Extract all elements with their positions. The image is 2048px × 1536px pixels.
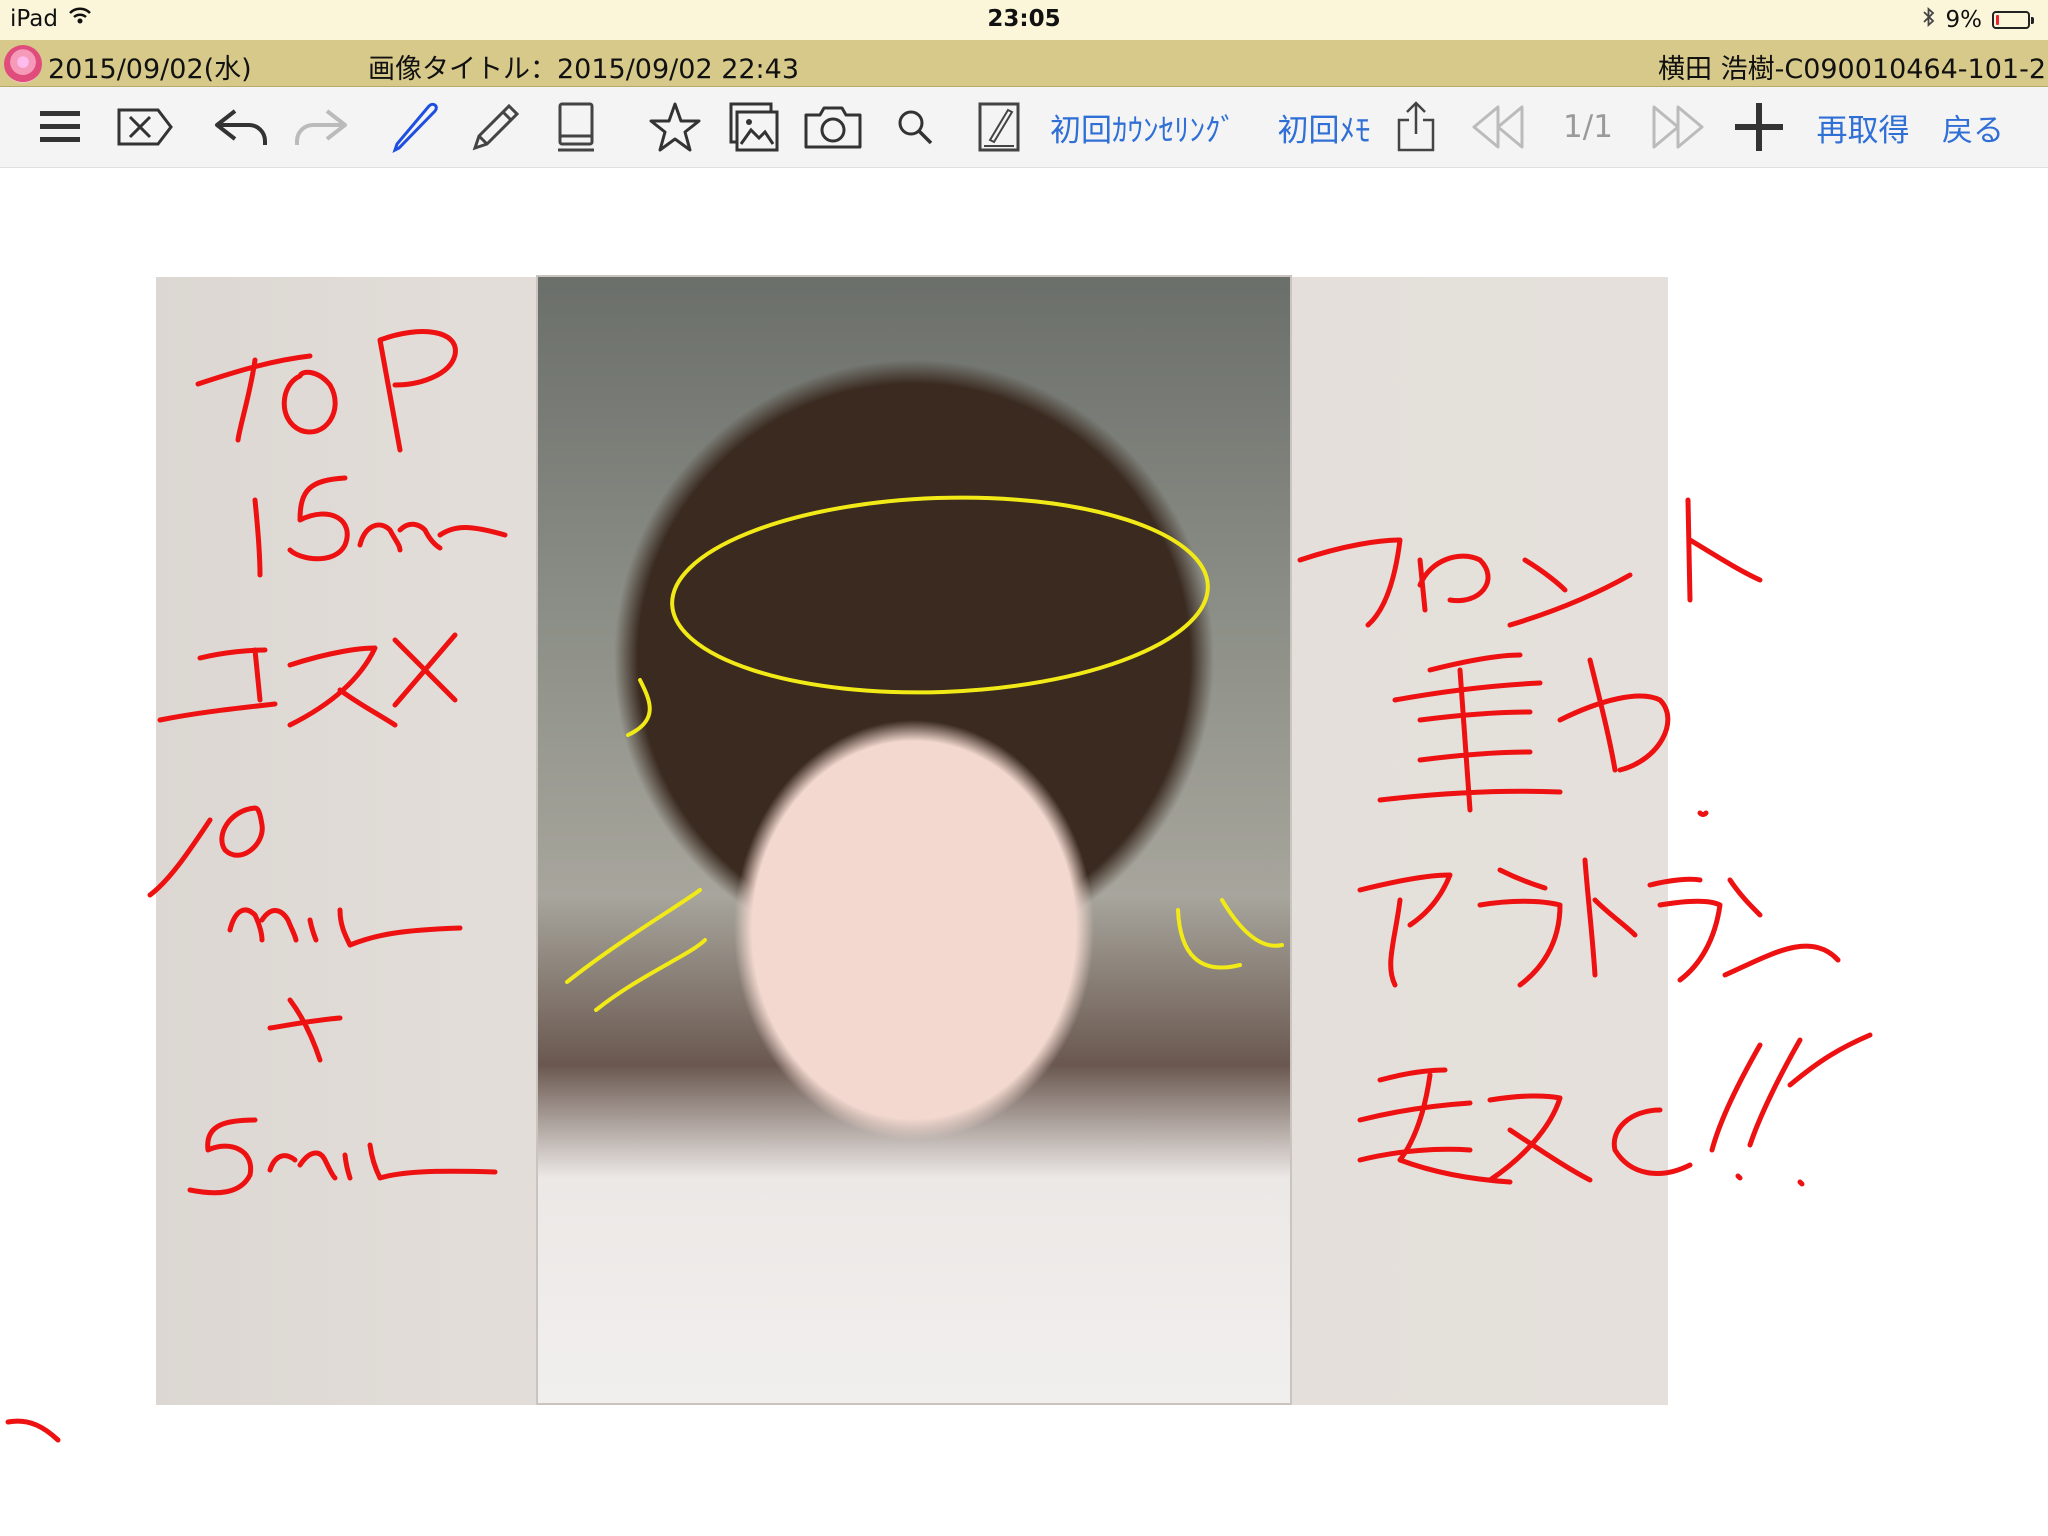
reacquire-button[interactable]: 再取得	[1810, 99, 1916, 155]
battery-icon	[1992, 11, 2034, 29]
status-time: 23:05	[987, 6, 1061, 32]
hairstyle-photo	[538, 277, 1290, 1403]
app-logo-icon	[4, 45, 42, 83]
initial-counseling-button[interactable]: 初回ｶｳﾝｾﾘﾝｸﾞ	[1048, 99, 1238, 155]
redo-icon[interactable]	[290, 99, 350, 155]
status-bar: iPad 23:05 9%	[0, 0, 2048, 40]
back-button[interactable]: 戻る	[1936, 99, 2010, 155]
record-date: 2015/09/02(水)	[48, 54, 252, 85]
undo-icon[interactable]	[212, 99, 272, 155]
pen-icon[interactable]	[390, 99, 442, 155]
battery-fill	[1996, 15, 1999, 25]
pencil-icon[interactable]	[468, 99, 524, 155]
search-icon[interactable]	[894, 99, 936, 155]
page-indicator: 1/1	[1563, 109, 1613, 145]
battery-percent: 9%	[1945, 7, 1983, 33]
note-icon[interactable]	[974, 99, 1024, 155]
delete-icon[interactable]	[114, 99, 176, 155]
add-icon[interactable]	[1732, 99, 1786, 155]
camera-icon[interactable]	[802, 99, 864, 155]
star-icon[interactable]	[646, 99, 704, 155]
first-page-icon[interactable]	[1470, 99, 1528, 155]
image-title: 画像タイトル：2015/09/02 22:43	[368, 54, 800, 85]
bluetooth-icon	[1922, 6, 1936, 34]
share-icon[interactable]	[1394, 99, 1438, 155]
initial-memo-button[interactable]: 初回ﾒﾓ	[1272, 99, 1376, 155]
last-page-icon[interactable]	[1648, 99, 1706, 155]
menu-icon[interactable]	[36, 99, 84, 155]
toolbar: 初回ｶｳﾝｾﾘﾝｸﾞ 初回ﾒﾓ 1/1 再取得 戻る	[0, 87, 2048, 168]
customer-id: 横田 浩樹-C090010464-101-2	[1658, 54, 2046, 85]
record-header: 2015/09/02(水) 画像タイトル：2015/09/02 22:43 横田…	[0, 40, 2048, 87]
eraser-icon[interactable]	[552, 99, 600, 155]
gallery-icon[interactable]	[726, 99, 782, 155]
